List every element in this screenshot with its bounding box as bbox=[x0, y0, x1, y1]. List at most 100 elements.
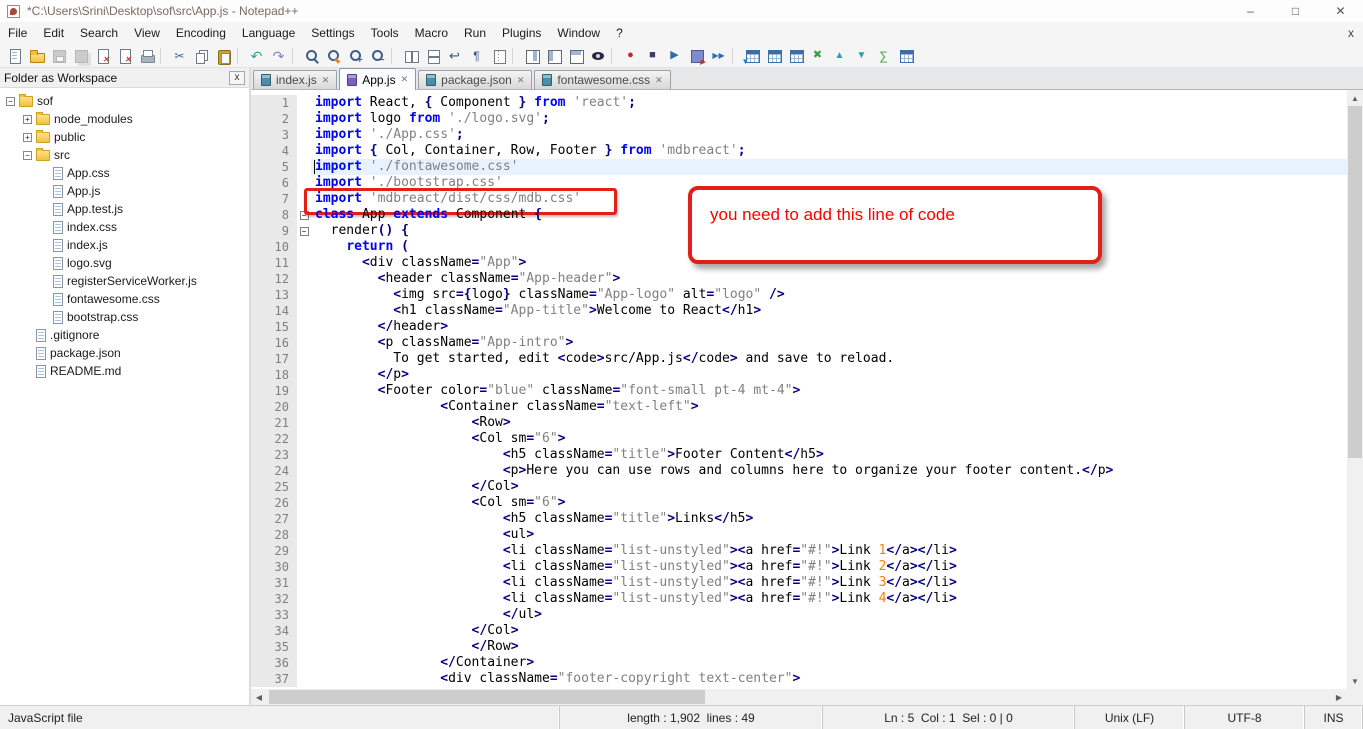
code-line-1[interactable]: 1 import React, { Component } from 'react… bbox=[251, 95, 1347, 111]
expand-icon[interactable]: + bbox=[23, 114, 32, 124]
code-line-23[interactable]: 23 <h5 className="title">Footer Content<… bbox=[251, 447, 1347, 463]
code-line-26[interactable]: 26 <Col sm="6"> bbox=[251, 495, 1347, 511]
tree-item-app-test-js[interactable]: App.test.js bbox=[0, 200, 249, 218]
tree-item-bootstrap-css[interactable]: bootstrap.css bbox=[0, 308, 249, 326]
tab-close-icon[interactable]: ✕ bbox=[517, 75, 525, 86]
sync-horizontal-icon[interactable] bbox=[422, 45, 443, 67]
tab-index-js[interactable]: index.js ✕ bbox=[253, 70, 338, 89]
print-icon[interactable] bbox=[136, 45, 157, 67]
code-line-28[interactable]: 28 <ul> bbox=[251, 527, 1347, 543]
code-line-31[interactable]: 31 <li className="list-unstyled"><a href… bbox=[251, 575, 1347, 591]
code-line-15[interactable]: 15 </header> bbox=[251, 319, 1347, 335]
function-list-icon[interactable] bbox=[543, 45, 564, 67]
tree-item-index-js[interactable]: index.js bbox=[0, 236, 249, 254]
zoom-in-icon[interactable] bbox=[345, 45, 366, 67]
new-file-icon[interactable] bbox=[4, 45, 25, 67]
code-area[interactable]: 1 import React, { Component } from 'react… bbox=[251, 90, 1347, 689]
close-button[interactable]: ✕ bbox=[1318, 0, 1363, 22]
menu-view[interactable]: View bbox=[126, 23, 168, 43]
undo-icon[interactable]: ↶ bbox=[246, 45, 267, 67]
code-line-2[interactable]: 2 import logo from './logo.svg'; bbox=[251, 111, 1347, 127]
vertical-scrollbar[interactable]: ▲ ▼ bbox=[1347, 90, 1363, 689]
tree-item-src[interactable]: − src bbox=[0, 146, 249, 164]
menu-run[interactable]: Run bbox=[456, 23, 494, 43]
indent-guide-icon[interactable] bbox=[488, 45, 509, 67]
tree-item-readme-md[interactable]: README.md bbox=[0, 362, 249, 380]
plugin-table-alt-icon[interactable] bbox=[785, 45, 806, 67]
tree-item-registerserviceworker-js[interactable]: registerServiceWorker.js bbox=[0, 272, 249, 290]
tab-close-icon[interactable]: ✕ bbox=[655, 75, 663, 86]
workspace-panel-close-icon[interactable]: x bbox=[229, 70, 245, 85]
menu-settings[interactable]: Settings bbox=[303, 23, 362, 43]
play-macro-icon[interactable]: ▶ bbox=[664, 45, 685, 67]
code-line-21[interactable]: 21 <Row> bbox=[251, 415, 1347, 431]
monitoring-eye-icon[interactable] bbox=[587, 45, 608, 67]
code-line-29[interactable]: 29 <li className="list-unstyled"><a href… bbox=[251, 543, 1347, 559]
fold-collapse-icon[interactable]: − bbox=[299, 226, 309, 236]
plugin-sum-icon[interactable]: ∑ bbox=[873, 45, 894, 67]
menu-language[interactable]: Language bbox=[234, 23, 303, 43]
maximize-button[interactable]: □ bbox=[1273, 0, 1318, 22]
tab-close-icon[interactable]: ✕ bbox=[401, 74, 409, 85]
plugin-sort-ascending-icon[interactable]: ▲ bbox=[829, 45, 850, 67]
expand-icon[interactable]: + bbox=[23, 132, 32, 142]
code-line-22[interactable]: 22 <Col sm="6"> bbox=[251, 431, 1347, 447]
tree-item-gitignore[interactable]: .gitignore bbox=[0, 326, 249, 344]
code-line-17[interactable]: 17 To get started, edit <code>src/App.js… bbox=[251, 351, 1347, 367]
code-line-33[interactable]: 33 </ul> bbox=[251, 607, 1347, 623]
secondary-close-icon[interactable]: x bbox=[1348, 26, 1354, 40]
plugin-clear-icon[interactable]: ✖ bbox=[807, 45, 828, 67]
word-wrap-icon[interactable]: ↩ bbox=[444, 45, 465, 67]
code-line-30[interactable]: 30 <li className="list-unstyled"><a href… bbox=[251, 559, 1347, 575]
menu-file[interactable]: File bbox=[0, 23, 35, 43]
find-icon[interactable] bbox=[301, 45, 322, 67]
tree-item-public[interactable]: + public bbox=[0, 128, 249, 146]
code-line-4[interactable]: 4 import { Col, Container, Row, Footer } … bbox=[251, 143, 1347, 159]
close-all-icon[interactable] bbox=[114, 45, 135, 67]
minimize-button[interactable]: – bbox=[1228, 0, 1273, 22]
paste-icon[interactable] bbox=[213, 45, 234, 67]
code-line-35[interactable]: 35 </Row> bbox=[251, 639, 1347, 655]
code-line-13[interactable]: 13 <img src={logo} className="App-logo" … bbox=[251, 287, 1347, 303]
code-line-18[interactable]: 18 </p> bbox=[251, 367, 1347, 383]
plugin-table-icon[interactable] bbox=[763, 45, 784, 67]
code-line-19[interactable]: 19 <Footer color="blue" className="font-… bbox=[251, 383, 1347, 399]
close-file-icon[interactable] bbox=[92, 45, 113, 67]
code-line-20[interactable]: 20 <Container className="text-left"> bbox=[251, 399, 1347, 415]
vertical-scroll-thumb[interactable] bbox=[1348, 106, 1362, 458]
code-line-25[interactable]: 25 </Col> bbox=[251, 479, 1347, 495]
menu-encoding[interactable]: Encoding bbox=[168, 23, 234, 43]
code-line-36[interactable]: 36 </Container> bbox=[251, 655, 1347, 671]
code-line-5[interactable]: 5 import './fontawesome.css' bbox=[251, 159, 1347, 175]
code-line-14[interactable]: 14 <h1 className="App-title">Welcome to … bbox=[251, 303, 1347, 319]
cut-icon[interactable]: ✂ bbox=[169, 45, 190, 67]
tab-package-json[interactable]: package.json ✕ bbox=[418, 70, 533, 89]
run-macro-multiple-icon[interactable]: ▶▶ bbox=[708, 45, 729, 67]
tree-item-index-css[interactable]: index.css bbox=[0, 218, 249, 236]
code-line-27[interactable]: 27 <h5 className="title">Links</h5> bbox=[251, 511, 1347, 527]
menu-window[interactable]: Window bbox=[549, 23, 608, 43]
scroll-down-icon[interactable]: ▼ bbox=[1347, 673, 1363, 689]
tree-item-fontawesome-css[interactable]: fontawesome.css bbox=[0, 290, 249, 308]
plugin-sort-descending-icon[interactable]: ▼ bbox=[851, 45, 872, 67]
tree-item-logo-svg[interactable]: logo.svg bbox=[0, 254, 249, 272]
code-line-24[interactable]: 24 <p>Here you can use rows and columns … bbox=[251, 463, 1347, 479]
scroll-left-icon[interactable]: ◀ bbox=[251, 689, 267, 705]
doc-list-icon[interactable] bbox=[565, 45, 586, 67]
plugin-table-import-icon[interactable] bbox=[741, 45, 762, 67]
show-all-chars-icon[interactable]: ¶ bbox=[466, 45, 487, 67]
doc-map-icon[interactable] bbox=[521, 45, 542, 67]
stop-macro-icon[interactable]: ■ bbox=[642, 45, 663, 67]
collapse-icon[interactable]: − bbox=[23, 150, 32, 160]
sync-vertical-icon[interactable] bbox=[400, 45, 421, 67]
code-line-3[interactable]: 3 import './App.css'; bbox=[251, 127, 1347, 143]
code-line-12[interactable]: 12 <header className="App-header"> bbox=[251, 271, 1347, 287]
menu-search[interactable]: Search bbox=[72, 23, 126, 43]
tab-close-icon[interactable]: ✕ bbox=[322, 75, 330, 86]
scroll-right-icon[interactable]: ▶ bbox=[1331, 689, 1347, 705]
zoom-out-icon[interactable] bbox=[367, 45, 388, 67]
record-macro-icon[interactable]: ● bbox=[620, 45, 641, 67]
menu-edit[interactable]: Edit bbox=[35, 23, 72, 43]
code-line-16[interactable]: 16 <p className="App-intro"> bbox=[251, 335, 1347, 351]
tree-item-app-css[interactable]: App.css bbox=[0, 164, 249, 182]
